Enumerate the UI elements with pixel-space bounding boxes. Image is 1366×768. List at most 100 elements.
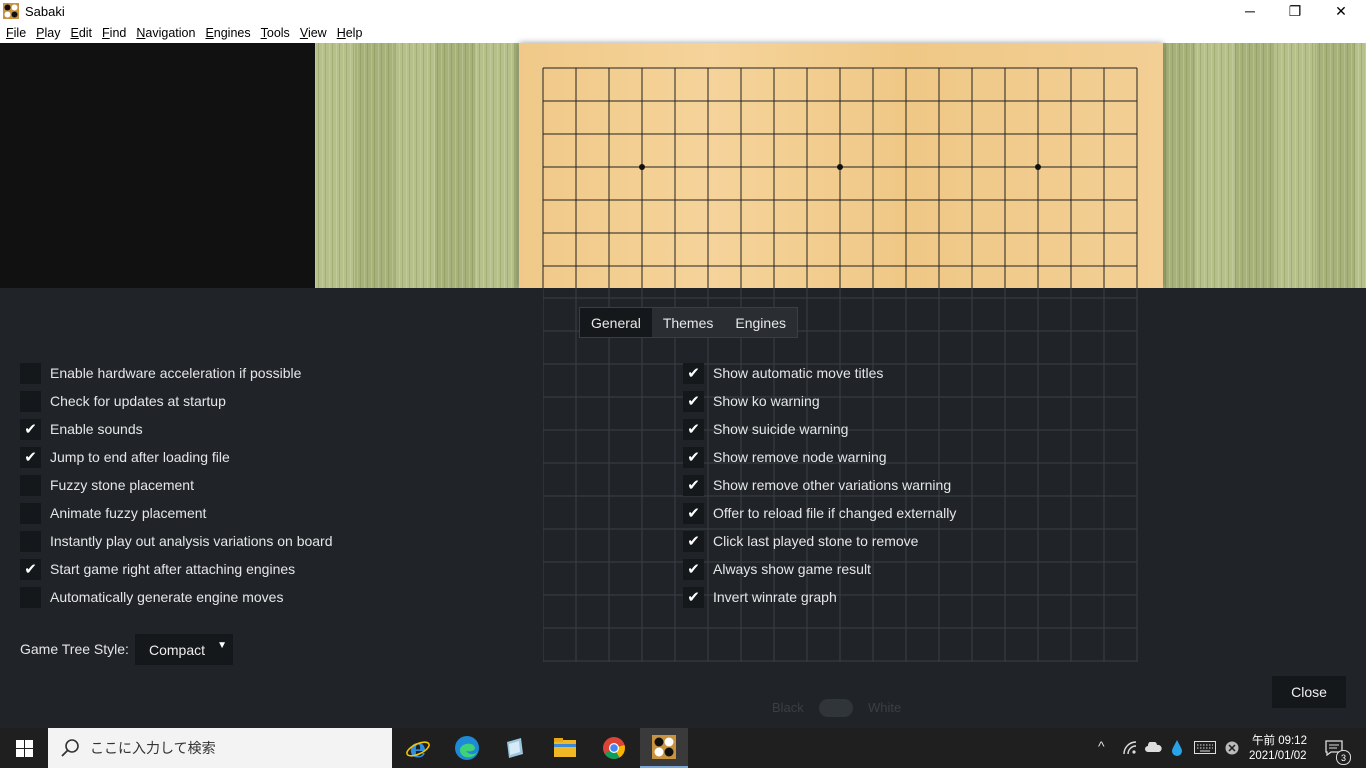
taskbar: ここに入力して検索 e ^ 午前 09:12 2021/01/02 3	[0, 728, 1366, 768]
checkmark-icon: ✔	[687, 364, 700, 382]
game-tree-style-select[interactable]: Compact ▼	[135, 634, 233, 665]
option-label: Show ko warning	[713, 393, 820, 409]
tab-themes[interactable]: Themes	[651, 308, 725, 337]
taskbar-app-explorer[interactable]	[541, 728, 589, 768]
option-label: Offer to reload file if changed external…	[713, 505, 957, 521]
left-option[interactable]: ✔ Start game right after attaching engine…	[20, 558, 295, 580]
internet-explorer-icon: e	[406, 735, 430, 761]
sabaki-icon	[652, 735, 676, 759]
checkbox-unchecked[interactable]	[20, 502, 41, 524]
close-window-button[interactable]: ✕	[1318, 0, 1364, 22]
chevron-down-icon: ▼	[217, 640, 227, 651]
option-label: Automatically generate engine moves	[50, 589, 284, 605]
right-option[interactable]: ✔ Always show game result	[683, 558, 871, 580]
clock-time[interactable]: 午前 09:12	[1252, 732, 1307, 748]
board-grid[interactable]	[519, 43, 1163, 288]
checkbox-checked[interactable]: ✔	[683, 530, 704, 552]
checkbox-checked[interactable]: ✔	[683, 362, 704, 384]
notification-count: 3	[1336, 750, 1351, 765]
checkbox-checked[interactable]: ✔	[683, 558, 704, 580]
checkbox-checked[interactable]: ✔	[683, 502, 704, 524]
left-option[interactable]: Animate fuzzy placement	[20, 502, 206, 524]
right-option[interactable]: ✔ Offer to reload file if changed externa…	[683, 502, 956, 524]
close-circle-icon[interactable]	[1225, 741, 1239, 755]
checkmark-icon: ✔	[687, 392, 700, 410]
checkbox-checked[interactable]: ✔	[20, 558, 41, 580]
taskbar-app-ie[interactable]: e	[394, 728, 442, 768]
go-board[interactable]	[519, 43, 1163, 288]
checkbox-checked[interactable]: ✔	[683, 446, 704, 468]
player-toggle	[819, 699, 853, 717]
menu-edit[interactable]: Edit	[66, 26, 96, 40]
checkbox-checked[interactable]: ✔	[683, 474, 704, 496]
left-option[interactable]: Check for updates at startup	[20, 390, 226, 412]
menu-help[interactable]: Help	[333, 26, 367, 40]
checkbox-checked[interactable]: ✔	[683, 390, 704, 412]
cloud-icon[interactable]	[1145, 742, 1162, 753]
checkbox-checked[interactable]: ✔	[683, 418, 704, 440]
drop-icon[interactable]	[1172, 740, 1182, 756]
search-icon	[61, 739, 79, 757]
star-point	[837, 164, 843, 170]
right-option[interactable]: ✔ Show remove other variations warning	[683, 474, 951, 496]
checkmark-icon: ✔	[687, 448, 700, 466]
option-label: Click last played stone to remove	[713, 533, 919, 549]
keyboard-icon[interactable]	[1194, 741, 1216, 754]
player-black-label: Black	[772, 700, 804, 715]
menu-engines[interactable]: Engines	[201, 26, 254, 40]
right-option[interactable]: ✔ Show remove node warning	[683, 446, 887, 468]
file-explorer-icon	[554, 738, 576, 757]
left-option[interactable]: ✔ Enable sounds	[20, 418, 143, 440]
left-option[interactable]: Enable hardware acceleration if possible	[20, 362, 301, 384]
checkbox-checked[interactable]: ✔	[20, 446, 41, 468]
clock-date[interactable]: 2021/01/02	[1249, 750, 1307, 762]
taskbar-app-sabaki[interactable]	[640, 728, 688, 768]
right-option[interactable]: ✔ Invert winrate graph	[683, 586, 837, 608]
minimize-button[interactable]: ─	[1227, 0, 1273, 22]
taskbar-search[interactable]: ここに入力して検索	[48, 728, 392, 768]
option-label: Check for updates at startup	[50, 393, 226, 409]
option-label: Show remove node warning	[713, 449, 887, 465]
wifi-icon[interactable]	[1123, 741, 1137, 755]
option-label: Always show game result	[713, 561, 871, 577]
right-option[interactable]: ✔ Show automatic move titles	[683, 362, 883, 384]
menu-tools[interactable]: Tools	[257, 26, 294, 40]
checkbox-unchecked[interactable]	[20, 530, 41, 552]
start-button[interactable]	[0, 728, 48, 768]
taskbar-app-edge[interactable]	[443, 728, 491, 768]
sabaki-app-icon	[3, 3, 19, 19]
menu-find[interactable]: Find	[98, 26, 130, 40]
checkbox-checked[interactable]: ✔	[683, 586, 704, 608]
left-option[interactable]: Instantly play out analysis variations o…	[20, 530, 333, 552]
restore-button[interactable]: ❐	[1272, 0, 1318, 22]
right-option[interactable]: ✔ Show ko warning	[683, 390, 820, 412]
checkmark-icon: ✔	[687, 420, 700, 438]
menu-view[interactable]: View	[296, 26, 331, 40]
taskbar-app-chrome[interactable]	[590, 728, 638, 768]
checkbox-unchecked[interactable]	[20, 586, 41, 608]
option-label: Animate fuzzy placement	[50, 505, 207, 521]
right-option[interactable]: ✔ Click last played stone to remove	[683, 530, 918, 552]
tab-general[interactable]: General	[580, 308, 652, 337]
checkbox-unchecked[interactable]	[20, 362, 41, 384]
left-option[interactable]: Fuzzy stone placement	[20, 474, 194, 496]
windows-icon	[15, 739, 33, 757]
star-point	[1035, 164, 1041, 170]
option-label: Show automatic move titles	[713, 365, 884, 381]
left-option[interactable]: ✔ Jump to end after loading file	[20, 446, 230, 468]
option-label: Instantly play out analysis variations o…	[50, 533, 333, 549]
right-option[interactable]: ✔ Show suicide warning	[683, 418, 848, 440]
taskbar-app-store[interactable]	[491, 728, 539, 768]
checkbox-checked[interactable]: ✔	[20, 418, 41, 440]
tab-engines[interactable]: Engines	[724, 308, 797, 337]
checkbox-unchecked[interactable]	[20, 474, 41, 496]
menu-file[interactable]: File	[2, 26, 30, 40]
left-option[interactable]: Automatically generate engine moves	[20, 586, 283, 608]
title-bar: Sabaki ─ ❐ ✕	[0, 0, 1366, 22]
checkbox-unchecked[interactable]	[20, 390, 41, 412]
close-button[interactable]: Close	[1272, 676, 1346, 708]
chevron-up-icon[interactable]: ^	[1098, 738, 1105, 754]
menu-play[interactable]: Play	[32, 26, 64, 40]
checkmark-icon: ✔	[687, 476, 700, 494]
menu-navigation[interactable]: Navigation	[132, 26, 199, 40]
